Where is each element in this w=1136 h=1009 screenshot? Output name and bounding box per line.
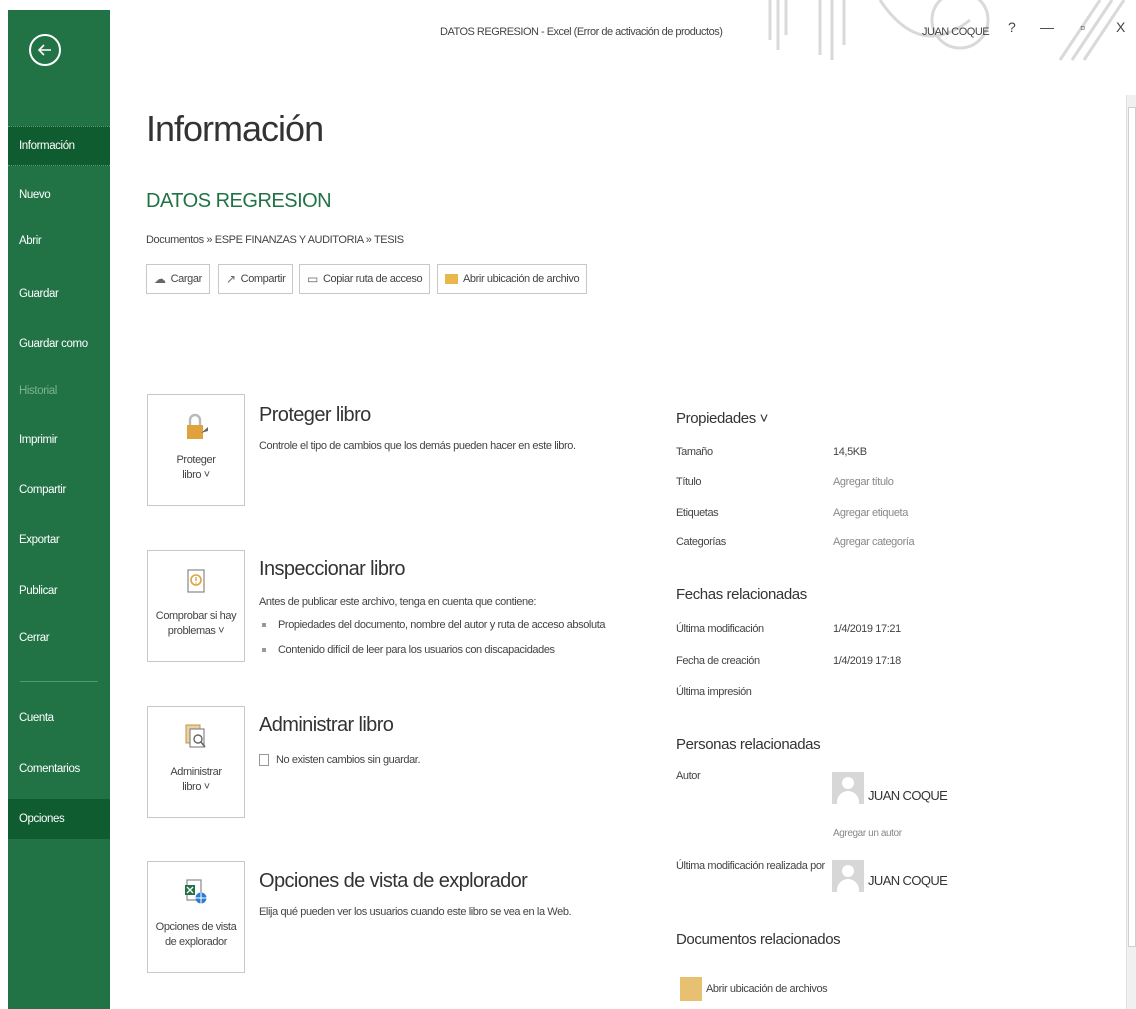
lock-icon: [187, 413, 208, 439]
nav-exportar[interactable]: Exportar: [8, 520, 110, 560]
inspect-title: Inspeccionar libro: [259, 558, 406, 580]
nav-guardar[interactable]: Guardar: [8, 274, 110, 314]
open-location-label: Abrir ubicación de archivo: [463, 273, 580, 285]
document-icon: [259, 754, 269, 767]
back-arrow-icon[interactable]: [29, 34, 61, 66]
add-title-field[interactable]: Agregar título: [833, 476, 894, 488]
title-label: Título: [676, 476, 702, 488]
last-modified-label: Última modificación: [676, 623, 764, 635]
open-files-location-label: Abrir ubicación de archivos: [706, 983, 828, 995]
inspect-document-icon: [187, 569, 205, 593]
manage-tile-label: Administrar libro ˅: [170, 766, 222, 793]
help-icon[interactable]: ?: [1008, 19, 1016, 35]
nav-cerrar[interactable]: Cerrar: [8, 618, 110, 658]
size-value: 14,5KB: [833, 446, 867, 458]
browser-description: Elija qué pueden ver los usuarios cuando…: [259, 906, 572, 918]
signed-in-user[interactable]: JUAN COQUE: [922, 26, 990, 38]
nav-abrir[interactable]: Abrir: [8, 221, 110, 261]
nav-divider: [20, 681, 98, 682]
check-issues-button[interactable]: Comprobar si hay problemas ˅: [147, 550, 245, 662]
breadcrumb[interactable]: Documentos » ESPE FINANZAS Y AUDITORIA »…: [146, 234, 404, 246]
open-location-button[interactable]: Abrir ubicación de archivo: [437, 264, 588, 294]
manage-title: Administrar libro: [259, 714, 394, 736]
inspect-tile-label: Comprobar si hay problemas ˅: [155, 610, 237, 637]
vertical-scrollbar[interactable]: [1126, 95, 1136, 1009]
close-icon[interactable]: X: [1116, 19, 1125, 35]
share-label: Compartir: [240, 273, 286, 285]
manage-document-icon: [185, 724, 206, 748]
last-modified-by-label: Última modificación realizada por: [676, 860, 825, 872]
page-title: Información: [146, 108, 324, 149]
nav-opciones[interactable]: Opciones: [8, 799, 110, 839]
share-button[interactable]: ↗ Compartir: [218, 264, 294, 294]
related-documents-heading: Documentos relacionados: [676, 931, 841, 948]
related-people-heading: Personas relacionadas: [676, 736, 821, 753]
manage-description: No existen cambios sin guardar.: [259, 754, 421, 767]
folder-icon: [680, 977, 702, 1001]
link-icon: ▭: [307, 272, 318, 286]
inspect-bullet-properties: Propiedades del documento, nombre del au…: [262, 619, 605, 631]
tags-label: Etiquetas: [676, 507, 719, 519]
share-icon: ↗: [226, 272, 236, 286]
nav-publicar[interactable]: Publicar: [8, 571, 110, 611]
last-printed-label: Última impresión: [676, 686, 752, 698]
last-modified-by-avatar: [832, 860, 864, 892]
upload-label: Cargar: [170, 273, 203, 285]
restore-icon[interactable]: ▫: [1080, 19, 1085, 35]
author-name[interactable]: JUAN COQUE: [868, 788, 948, 803]
add-author-link[interactable]: Agregar un autor: [833, 828, 902, 839]
created-label: Fecha de creación: [676, 655, 760, 667]
upload-button[interactable]: ☁ Cargar: [146, 264, 210, 294]
excel-globe-icon: [185, 879, 207, 904]
properties-heading[interactable]: Propiedades ˅: [676, 410, 768, 427]
add-category-field[interactable]: Agregar categoría: [833, 536, 915, 548]
browser-view-options-button[interactable]: Opciones de vista de explorador: [147, 861, 245, 973]
copy-path-label: Copiar ruta de acceso: [322, 273, 423, 285]
nav-informacion[interactable]: Información: [8, 126, 110, 166]
protect-tile-label: Proteger libro ˅: [176, 454, 216, 481]
protect-title: Proteger libro: [259, 404, 371, 426]
copy-path-button[interactable]: ▭ Copiar ruta de acceso: [299, 264, 431, 294]
folder-icon: [445, 274, 458, 284]
nav-imprimir[interactable]: Imprimir: [8, 420, 110, 460]
protect-workbook-button[interactable]: Proteger libro ˅: [147, 394, 245, 506]
cloud-upload-icon: ☁: [154, 272, 166, 286]
nav-compartir[interactable]: Compartir: [8, 470, 110, 510]
categories-label: Categorías: [676, 536, 726, 548]
minimize-icon[interactable]: —: [1040, 19, 1054, 35]
last-modified-by-name[interactable]: JUAN COQUE: [868, 873, 948, 888]
open-files-location-link[interactable]: Abrir ubicación de archivos: [680, 977, 828, 1001]
file-name: DATOS REGRESION: [146, 190, 332, 212]
last-modified-value: 1/4/2019 17:21: [833, 623, 901, 635]
window-title: DATOS REGRESION - Excel (Error de activa…: [440, 26, 723, 38]
manage-workbook-button[interactable]: Administrar libro ˅: [147, 706, 245, 818]
nav-guardar-como[interactable]: Guardar como: [8, 324, 110, 364]
protect-description: Controle el tipo de cambios que los demá…: [259, 440, 576, 452]
author-avatar: [832, 772, 864, 804]
created-value: 1/4/2019 17:18: [833, 655, 901, 667]
nav-cuenta[interactable]: Cuenta: [8, 698, 110, 738]
browser-title: Opciones de vista de explorador: [259, 870, 528, 892]
related-dates-heading: Fechas relacionadas: [676, 586, 807, 603]
backstage-sidebar: Información Nuevo Abrir Guardar Guardar …: [8, 10, 110, 1009]
size-label: Tamaño: [676, 446, 713, 458]
inspect-description: Antes de publicar este archivo, tenga en…: [259, 596, 537, 608]
nav-historial: Historial: [19, 385, 57, 397]
scrollbar-thumb[interactable]: [1128, 107, 1136, 947]
author-label: Autor: [676, 770, 701, 782]
add-tag-field[interactable]: Agregar etiqueta: [833, 507, 908, 519]
nav-nuevo[interactable]: Nuevo: [8, 175, 110, 215]
browser-tile-label: Opciones de vista de explorador: [155, 921, 237, 948]
nav-comentarios[interactable]: Comentarios: [8, 749, 110, 789]
inspect-bullet-accessibility: Contenido difícil de leer para los usuar…: [262, 644, 555, 656]
